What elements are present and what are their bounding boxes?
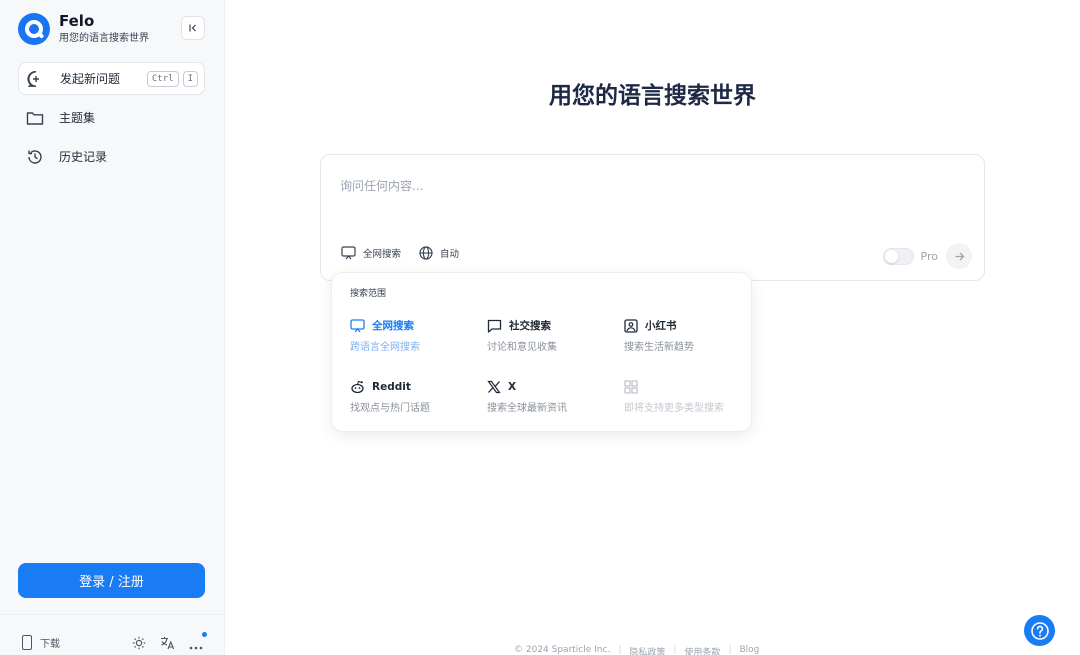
footer-separator: | (618, 645, 622, 655)
theme-toggle-button[interactable] (132, 635, 146, 654)
search-scope-dropdown: 搜索范围 全网搜索 跨语言全网搜索 社交搜索 讨论和意见收集 小红书 搜索生活新… (331, 272, 752, 432)
sidebar-nav: 发起新问题 Ctrl I 主题集 历史记录 (18, 62, 205, 179)
scope-option-social[interactable]: 社交搜索 讨论和意见收集 (487, 318, 617, 353)
option-subtitle: 找观点与热门话题 (350, 403, 430, 414)
shortcut-key-ctrl: Ctrl (146, 70, 179, 87)
sidebar-item-label: 主题集 (59, 111, 96, 125)
sidebar-item-new-question[interactable]: 发起新问题 Ctrl I (18, 62, 205, 95)
sidebar-item-label: 历史记录 (59, 150, 108, 164)
sidebar: Felo 用您的语言搜索世界 发起新问题 Ctrl I 主题集 历史记录 登录 … (0, 0, 225, 655)
scope-option-web[interactable]: 全网搜索 跨语言全网搜索 (350, 318, 480, 353)
monitor-icon (341, 246, 356, 260)
send-button[interactable] (946, 243, 972, 269)
dropdown-title: 搜索范围 (350, 289, 387, 299)
pro-label: Pro (920, 249, 938, 263)
brand[interactable]: Felo 用您的语言搜索世界 (18, 12, 149, 45)
help-button[interactable] (1024, 615, 1055, 646)
copyright-text: © 2024 Sparticle Inc. (514, 645, 611, 655)
option-subtitle: 跨语言全网搜索 (350, 342, 420, 353)
monitor-icon (350, 318, 365, 332)
new-chat-icon (26, 69, 46, 89)
search-scope-label: 全网搜索 (363, 249, 402, 260)
history-icon (25, 147, 45, 167)
option-subtitle: 搜索全球最新资讯 (487, 403, 567, 414)
collapse-sidebar-button[interactable] (181, 16, 205, 40)
help-icon (1030, 621, 1049, 640)
phone-icon (22, 635, 32, 650)
image-icon (624, 318, 638, 333)
brand-tagline: 用您的语言搜索世界 (59, 33, 149, 44)
search-scope-button[interactable]: 全网搜索 (341, 246, 401, 260)
page-footer: © 2024 Sparticle Inc. | 隐私政策 | 使用条款 | Bl… (514, 645, 759, 655)
download-label: 下载 (40, 639, 60, 650)
grid-icon (624, 380, 638, 394)
felo-logo-icon (18, 12, 50, 45)
footer-link-blog[interactable]: Blog (739, 645, 759, 655)
footer-link-terms[interactable]: 使用条款 (684, 645, 720, 655)
footer-separator: | (673, 645, 677, 655)
collapse-left-icon (189, 24, 196, 32)
translate-icon (161, 637, 175, 650)
sidebar-item-label: 发起新问题 (60, 72, 121, 86)
scope-option-xiaohongshu[interactable]: 小红书 搜索生活新趋势 (624, 318, 754, 353)
footer-link-privacy[interactable]: 隐私政策 (629, 645, 665, 655)
footer-separator: | (728, 645, 732, 655)
language-button[interactable] (160, 635, 175, 654)
scope-option-coming-soon: 即将支持更多类型搜索 (624, 380, 754, 414)
option-title: 社交搜索 (509, 320, 551, 332)
x-logo-icon (487, 380, 501, 394)
globe-icon (419, 246, 433, 260)
more-icon (189, 646, 203, 650)
option-subtitle: 讨论和意见收集 (487, 342, 557, 353)
sidebar-footer: 下载 (0, 614, 225, 655)
scope-option-x[interactable]: X 搜索全球最新资讯 (487, 380, 617, 414)
pro-toggle[interactable] (882, 247, 914, 265)
option-title: X (508, 381, 517, 393)
language-mode-label: 自动 (440, 249, 460, 260)
reddit-icon (351, 380, 364, 394)
option-title: 全网搜索 (372, 320, 414, 332)
language-mode-button[interactable]: 自动 (419, 246, 459, 260)
sidebar-item-topics[interactable]: 主题集 (18, 101, 205, 134)
arrow-right-icon (955, 252, 964, 260)
option-subtitle: 即将支持更多类型搜索 (624, 403, 724, 414)
sun-icon (132, 636, 146, 650)
notification-dot (202, 632, 207, 637)
folder-icon (25, 108, 45, 128)
scope-option-reddit[interactable]: Reddit 找观点与热门话题 (350, 380, 480, 414)
option-title: Reddit (372, 381, 411, 393)
option-subtitle: 搜索生活新趋势 (624, 342, 694, 353)
download-link[interactable]: 下载 (22, 635, 60, 650)
brand-name: Felo (59, 12, 95, 30)
shortcut-key-i: I (182, 70, 198, 87)
option-title: 小红书 (645, 320, 677, 332)
chat-bubble-icon (487, 319, 502, 333)
search-box: 全网搜索 自动 Pro (320, 154, 985, 281)
login-register-button[interactable]: 登录 / 注册 (18, 563, 205, 598)
page-title: 用您的语言搜索世界 (549, 83, 756, 109)
search-input[interactable] (340, 179, 940, 193)
sidebar-item-history[interactable]: 历史记录 (18, 140, 205, 173)
more-options-button[interactable] (189, 632, 207, 654)
